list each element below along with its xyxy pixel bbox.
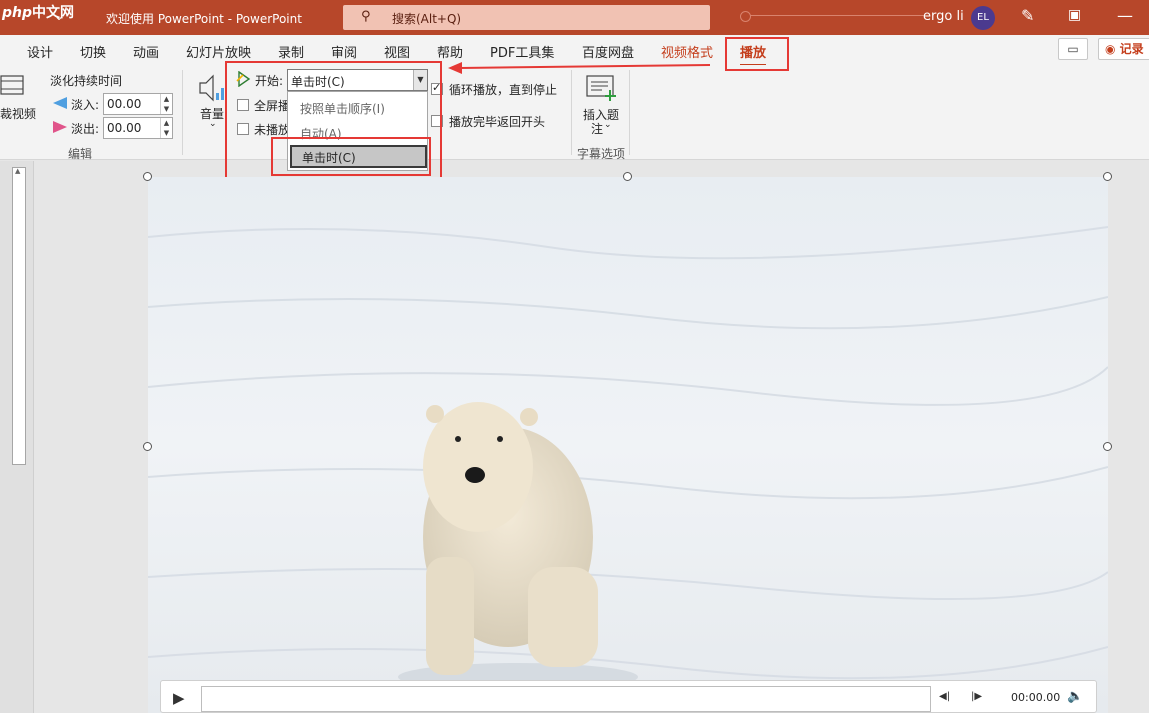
fade-in-icon <box>53 97 67 109</box>
fade-duration-title: 淡化持续时间 <box>50 74 123 88</box>
search-icon: ⚲ <box>361 9 371 24</box>
record-button[interactable]: ◉ 记录 <box>1098 38 1149 60</box>
scrollbar[interactable] <box>12 167 26 465</box>
caption-chevron-icon[interactable]: ⌄ <box>604 120 612 130</box>
title-bar: php中文网 ⌄ 欢迎使用 PowerPoint - PowerPoint ⚲ … <box>0 0 1149 35</box>
comment-button[interactable]: ▭ <box>1058 38 1088 60</box>
resize-handle[interactable] <box>143 172 152 181</box>
pen-icon[interactable]: ✎ <box>1021 6 1034 25</box>
rewind-label: 播放完毕返回开头 <box>449 115 546 129</box>
user-name[interactable]: ergo li <box>923 9 964 24</box>
trim-video-label[interactable]: 裁视频 <box>0 105 36 122</box>
highlight-selected-option <box>271 137 431 176</box>
skip-back-icon[interactable]: ◀| <box>939 691 950 702</box>
annotation-arrow <box>448 62 710 74</box>
spin-arrows[interactable]: ▲ ▼ <box>160 94 172 114</box>
search-placeholder: 搜索(Alt+Q) <box>392 12 462 26</box>
volume-icon[interactable] <box>198 73 228 103</box>
group-separator <box>629 70 630 155</box>
tab-design[interactable]: 设计 <box>27 42 53 61</box>
group-separator <box>182 70 183 155</box>
edit-group-label: 编辑 <box>68 147 93 161</box>
tab-slideshow[interactable]: 幻灯片放映 <box>186 42 251 61</box>
highlight-playback-tab <box>725 37 789 71</box>
volume-chevron-icon[interactable]: ⌄ <box>209 119 217 129</box>
comment-icon: ▭ <box>1067 42 1079 56</box>
tab-view[interactable]: 视图 <box>384 42 410 61</box>
fade-out-icon <box>53 121 67 133</box>
fade-in-input[interactable]: 00.00 ▲ ▼ <box>103 93 173 115</box>
tab-animations[interactable]: 动画 <box>133 42 159 61</box>
ribbon: 裁视频 淡化持续时间 淡入: 00.00 ▲ ▼ 淡出: 00.00 ▲ ▼ 编辑 … <box>0 65 1149 161</box>
tab-review[interactable]: 审阅 <box>331 42 357 61</box>
trim-video-icon[interactable] <box>0 73 26 97</box>
media-controls: ▶ ◀| |▶ 00:00.00 🔈 <box>160 680 1097 713</box>
avatar[interactable]: EL <box>971 6 995 30</box>
group-separator <box>571 70 572 155</box>
resize-handle[interactable] <box>1103 172 1112 181</box>
skip-forward-icon[interactable]: |▶ <box>971 691 982 702</box>
spin-arrows[interactable]: ▲ ▼ <box>160 118 172 138</box>
title-slider <box>740 11 924 22</box>
window-title: 欢迎使用 PowerPoint - PowerPoint <box>106 12 302 26</box>
play-icon[interactable]: ▶ <box>173 689 185 707</box>
caption-group-label: 字幕选项 <box>577 147 626 161</box>
search-box[interactable]: ⚲ 搜索(Alt+Q) <box>343 5 710 30</box>
restore-window-icon[interactable]: ▣ <box>1068 7 1081 23</box>
quick-access-icon[interactable]: ⌄ <box>54 9 64 23</box>
minimize-icon[interactable]: — <box>1117 6 1133 25</box>
tab-transitions[interactable]: 切换 <box>80 42 106 61</box>
progress-bar[interactable] <box>201 686 931 712</box>
insert-caption-icon[interactable] <box>586 74 618 102</box>
record-icon: ◉ <box>1105 42 1116 56</box>
tab-record[interactable]: 录制 <box>278 42 304 61</box>
speaker-icon[interactable]: 🔈 <box>1067 689 1083 704</box>
thumbnail-panel <box>0 161 34 713</box>
fade-out-label: 淡出: <box>71 122 100 136</box>
loop-label: 循环播放，直到停止 <box>449 83 558 97</box>
time-display: 00:00.00 <box>1011 691 1061 704</box>
video-frame[interactable] <box>148 177 1108 713</box>
fade-out-input[interactable]: 00.00 ▲ ▼ <box>103 117 173 139</box>
resize-handle[interactable] <box>623 172 632 181</box>
resize-handle[interactable] <box>143 442 152 451</box>
polar-bear-image <box>148 177 1108 713</box>
fade-in-label: 淡入: <box>71 98 100 112</box>
insert-caption-label-2[interactable]: 注 <box>591 120 603 137</box>
resize-handle[interactable] <box>1103 442 1112 451</box>
